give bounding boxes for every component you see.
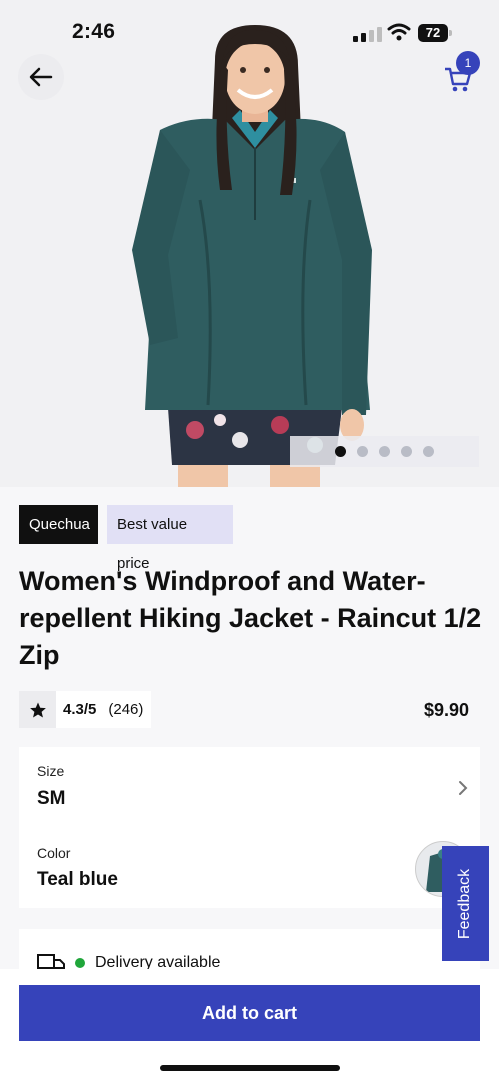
- cart-count-badge: 1: [456, 51, 480, 75]
- star-icon-box: [19, 691, 56, 728]
- add-to-cart-button[interactable]: Add to cart: [19, 985, 480, 1041]
- image-pager[interactable]: [290, 436, 479, 467]
- feedback-tab[interactable]: Feedback: [442, 846, 489, 961]
- product-options-card: Size SM Color Teal blue: [19, 747, 480, 908]
- battery-icon: 72: [418, 24, 454, 42]
- chevron-right-icon: [459, 781, 468, 795]
- pager-dot[interactable]: [423, 446, 434, 457]
- status-bar: 2:46 72: [0, 0, 499, 68]
- rating-count: (246): [108, 701, 144, 718]
- size-label: Size: [37, 763, 65, 779]
- wifi-icon: [387, 23, 411, 41]
- product-price: $9.90: [423, 700, 469, 720]
- status-time: 2:46: [72, 20, 116, 43]
- color-label: Color: [37, 845, 71, 861]
- pager-dot-active[interactable]: [335, 446, 346, 457]
- rating-score: 4.3/5: [63, 701, 97, 718]
- color-selector[interactable]: Color Teal blue: [19, 829, 480, 908]
- battery-level: 72: [418, 24, 448, 42]
- product-image-gallery[interactable]: [0, 0, 499, 487]
- brand-tag[interactable]: Quechua: [19, 505, 98, 544]
- pager-dot[interactable]: [379, 446, 390, 457]
- product-title: Women's Windproof and Water-repellent Hi…: [19, 566, 482, 670]
- size-selector[interactable]: Size SM: [19, 747, 480, 827]
- pager-dot[interactable]: [401, 446, 412, 457]
- product-image: [132, 25, 372, 487]
- color-value: Teal blue: [37, 869, 118, 890]
- cellular-signal-icon: [353, 27, 382, 42]
- home-indicator: [160, 1065, 340, 1071]
- pager-dot[interactable]: [357, 446, 368, 457]
- best-value-badge: Best value price: [107, 505, 233, 572]
- star-icon: [29, 702, 46, 717]
- availability-dot: [75, 958, 85, 968]
- delivery-card[interactable]: Delivery available: [19, 929, 480, 969]
- size-value: SM: [37, 788, 66, 809]
- back-button[interactable]: [18, 54, 64, 100]
- delivery-status: Delivery available: [95, 954, 221, 969]
- feedback-label: Feedback: [456, 868, 474, 939]
- arrow-left-icon: [29, 67, 53, 87]
- product-info-section: [0, 487, 499, 987]
- rating-summary[interactable]: 4.3/5 (246): [19, 691, 151, 728]
- delivery-truck-icon: [37, 954, 65, 969]
